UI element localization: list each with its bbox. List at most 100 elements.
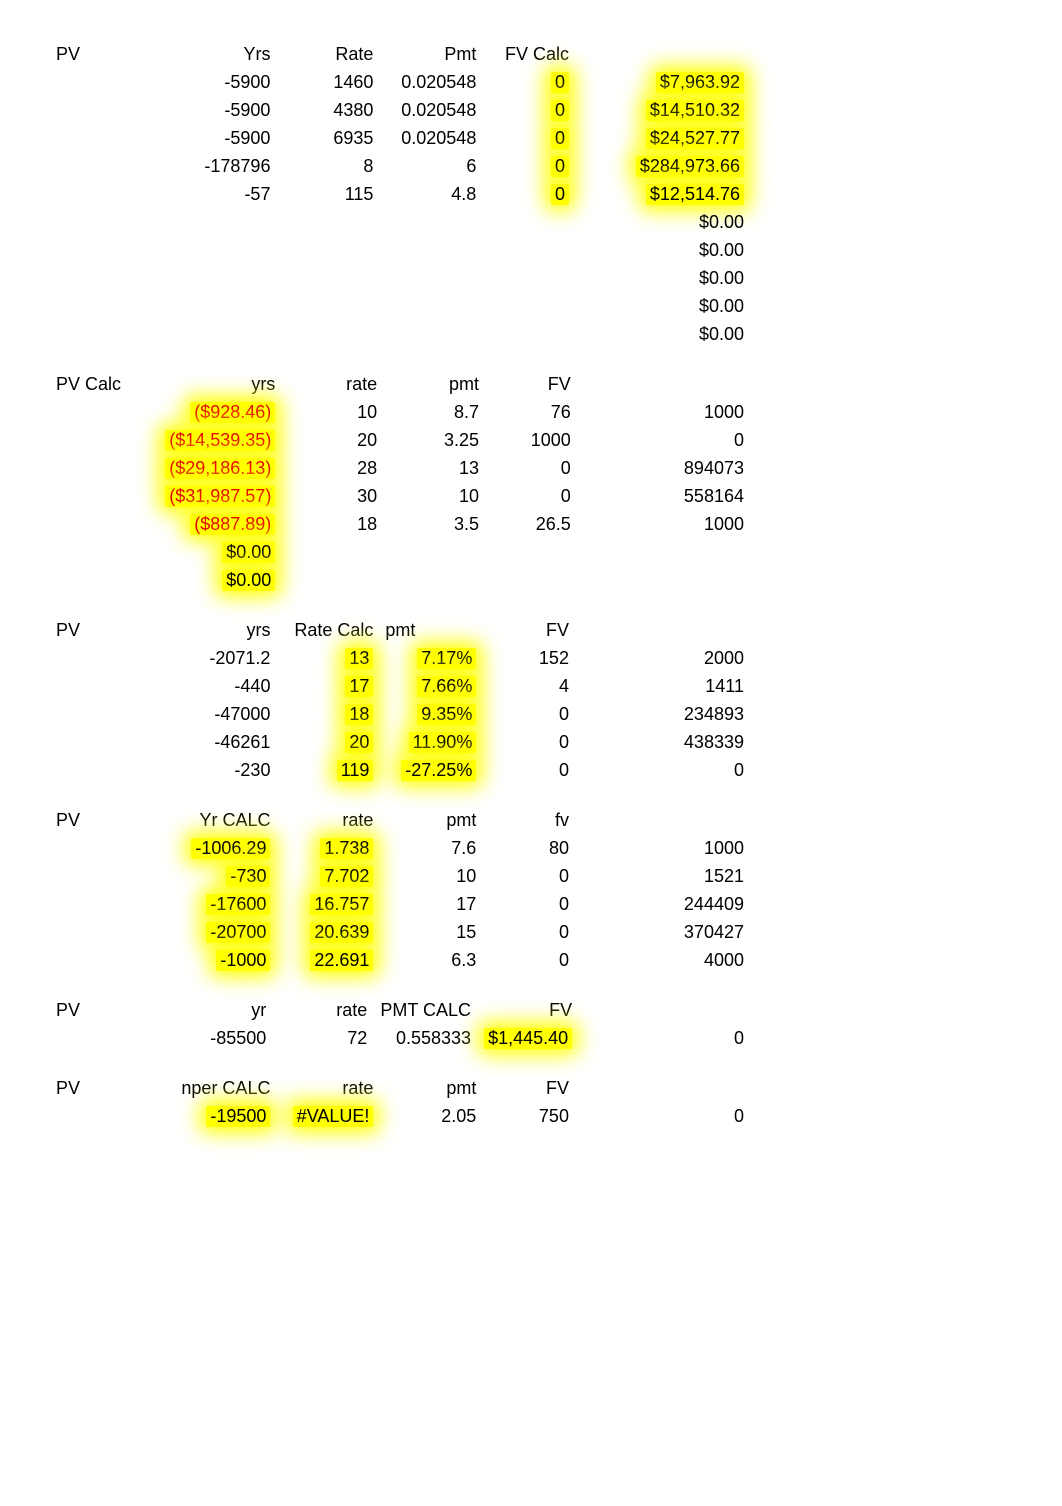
rate-calc-hdr-2: Rate Calc	[276, 616, 379, 644]
pmt-calc-hdr-3: PMT CALC	[373, 996, 477, 1024]
nper-calc-r0-c4: 2.05	[379, 1102, 482, 1130]
fv-calc-r7-c2	[122, 264, 276, 292]
yr-calc-r3-c2-value: -20700	[206, 922, 270, 943]
yr-calc-r2-c6-value: 244409	[684, 894, 744, 914]
pv-calc-r1-c4: 3.25	[383, 426, 485, 454]
fv-calc-row: -590014600.0205480$7,963.92	[50, 68, 750, 96]
fv-calc-hdr-5	[575, 40, 750, 68]
fv-calc-r0-c4: 0.020548	[379, 68, 482, 96]
yr-calc-r0-c3-value: 1.738	[320, 838, 373, 859]
yr-calc-r1-c6-value: 1521	[704, 866, 744, 886]
rate-calc-r2-c2: -47000	[122, 700, 276, 728]
pv-calc-r0-c2: ($928.46)	[128, 398, 281, 426]
yr-calc-hdr-1-value: Yr CALC	[199, 810, 270, 830]
pv-calc-row: ($928.46)108.7761000	[50, 398, 750, 426]
yr-calc-table: PVYr CALCratepmtfv-1006.291.7387.6801000…	[50, 806, 750, 974]
yr-calc-r0-c2-value: -1006.29	[191, 838, 270, 859]
nper-calc-hdr-4-value: FV	[546, 1078, 569, 1098]
fv-calc-hdr-1-value: Yrs	[243, 44, 270, 64]
fv-calc-r3-c2: -178796	[122, 152, 276, 180]
rate-calc-r1-c2: -440	[122, 672, 276, 700]
rate-calc-r0-c4: 7.17%	[379, 644, 482, 672]
rate-calc-r3-c4: 11.90%	[379, 728, 482, 756]
yr-calc-hdr-2-value: rate	[342, 810, 373, 830]
yr-calc-r4-c2: -1000	[122, 946, 276, 974]
rate-calc-r4-c5: 0	[482, 756, 575, 784]
rate-calc-r0-c2: -2071.2	[122, 644, 276, 672]
pv-calc-r2-c6: 894073	[577, 454, 750, 482]
rate-calc-r2-c3: 18	[276, 700, 379, 728]
nper-calc-table: PVnper CALCratepmtFV-19500#VALUE!2.05750…	[50, 1074, 750, 1130]
rate-calc-r2-c1	[50, 700, 122, 728]
yr-calc-r2-c3: 16.757	[276, 890, 379, 918]
nper-calc-hdr-1-value: nper CALC	[181, 1078, 270, 1098]
pv-calc-r3-c3: 30	[281, 482, 383, 510]
pv-calc-r1-c1	[50, 426, 128, 454]
pv-calc-r4-c4: 3.5	[383, 510, 485, 538]
pv-calc-r3-c2-value: ($31,987.57)	[165, 486, 275, 507]
fv-calc-r6-c1	[50, 236, 122, 264]
pv-calc-r1-c4-value: 3.25	[444, 430, 479, 450]
pv-calc-r5-c2-value: $0.00	[222, 542, 275, 563]
rate-calc-r0-c5-value: 152	[539, 648, 569, 668]
fv-calc-r8-c3	[276, 292, 379, 320]
yr-calc-r3-c1	[50, 918, 122, 946]
fv-calc-r4-c3-value: 115	[345, 184, 374, 204]
fv-calc-r2-c2: -5900	[122, 124, 276, 152]
fv-calc-r2-c4: 0.020548	[379, 124, 482, 152]
fv-calc-r0-c3-value: 1460	[333, 72, 373, 92]
fv-calc-r5-c6-value: $0.00	[699, 212, 744, 232]
pv-calc-r4-c3-value: 18	[357, 514, 377, 534]
fv-calc-r9-c2	[122, 320, 276, 348]
yr-calc-hdr-3-value: pmt	[446, 810, 476, 830]
pv-calc-hdr-1-value: yrs	[251, 374, 275, 394]
fv-calc-row: -590043800.0205480$14,510.32	[50, 96, 750, 124]
pv-calc-row: $0.00	[50, 566, 750, 594]
rate-calc-r0-c4-value: 7.17%	[417, 648, 476, 669]
yr-calc-r2-c6: 244409	[575, 890, 750, 918]
nper-calc-r0-c2: -19500	[122, 1102, 276, 1130]
pv-calc-r3-c4-value: 10	[459, 486, 479, 506]
rate-calc-r2-c5-value: 0	[559, 704, 569, 724]
pv-calc-r2-c6-value: 894073	[684, 458, 744, 478]
yr-calc-r2-c5: 0	[482, 890, 575, 918]
rate-calc-r0-c3-value: 13	[345, 648, 373, 669]
pv-calc-r1-c6-value: 0	[734, 430, 744, 450]
rate-calc-hdr-4-value: FV	[546, 620, 569, 640]
fv-calc-row: $0.00	[50, 264, 750, 292]
pv-calc-hdr-0-value: PV Calc	[56, 374, 121, 394]
fv-calc-r0-c5: 0	[482, 68, 575, 96]
pv-calc-r5-c2: $0.00	[128, 538, 281, 566]
yr-calc-r2-c4: 17	[379, 890, 482, 918]
rate-calc-r4-c2-value: -230	[234, 760, 270, 780]
pv-calc-r0-c2-value: ($928.46)	[190, 402, 275, 423]
fv-calc-hdr-3-value: Pmt	[444, 44, 476, 64]
rate-calc-r3-c4-value: 11.90%	[409, 732, 477, 753]
nper-calc-r0-c6-value: 0	[734, 1106, 744, 1126]
pv-calc-r0-c6-value: 1000	[704, 402, 744, 422]
pv-calc-r2-c3: 28	[281, 454, 383, 482]
rate-calc-r4-c6-value: 0	[734, 760, 744, 780]
fv-calc-r2-c4-value: 0.020548	[401, 128, 476, 148]
yr-calc-r0-c5-value: 80	[549, 838, 569, 858]
pmt-calc-r0-c1	[50, 1024, 121, 1052]
fv-calc-r0-c4-value: 0.020548	[401, 72, 476, 92]
fv-calc-r1-c5-value: 0	[551, 100, 569, 121]
fv-calc-r3-c5: 0	[482, 152, 575, 180]
fv-calc-r2-c5-value: 0	[551, 128, 569, 149]
pv-calc-r1-c5: 1000	[485, 426, 577, 454]
pv-calc-hdr-2: rate	[281, 370, 383, 398]
nper-calc-row: -19500#VALUE!2.057500	[50, 1102, 750, 1130]
yr-calc-r1-c5: 0	[482, 862, 575, 890]
yr-calc-r0-c1	[50, 834, 122, 862]
fv-calc-r3-c6: $284,973.66	[575, 152, 750, 180]
pv-calc-hdr-4-value: FV	[548, 374, 571, 394]
rate-calc-r2-c6: 234893	[575, 700, 750, 728]
fv-calc-r4-c2: -57	[122, 180, 276, 208]
rate-calc-r2-c5: 0	[482, 700, 575, 728]
fv-calc-hdr-4-value: FV Calc	[505, 44, 569, 64]
rate-calc-r0-c2-value: -2071.2	[209, 648, 270, 668]
fv-calc-r2-c6-value: $24,527.77	[646, 128, 744, 149]
rate-calc-r3-c1	[50, 728, 122, 756]
pv-calc-r3-c6-value: 558164	[684, 486, 744, 506]
